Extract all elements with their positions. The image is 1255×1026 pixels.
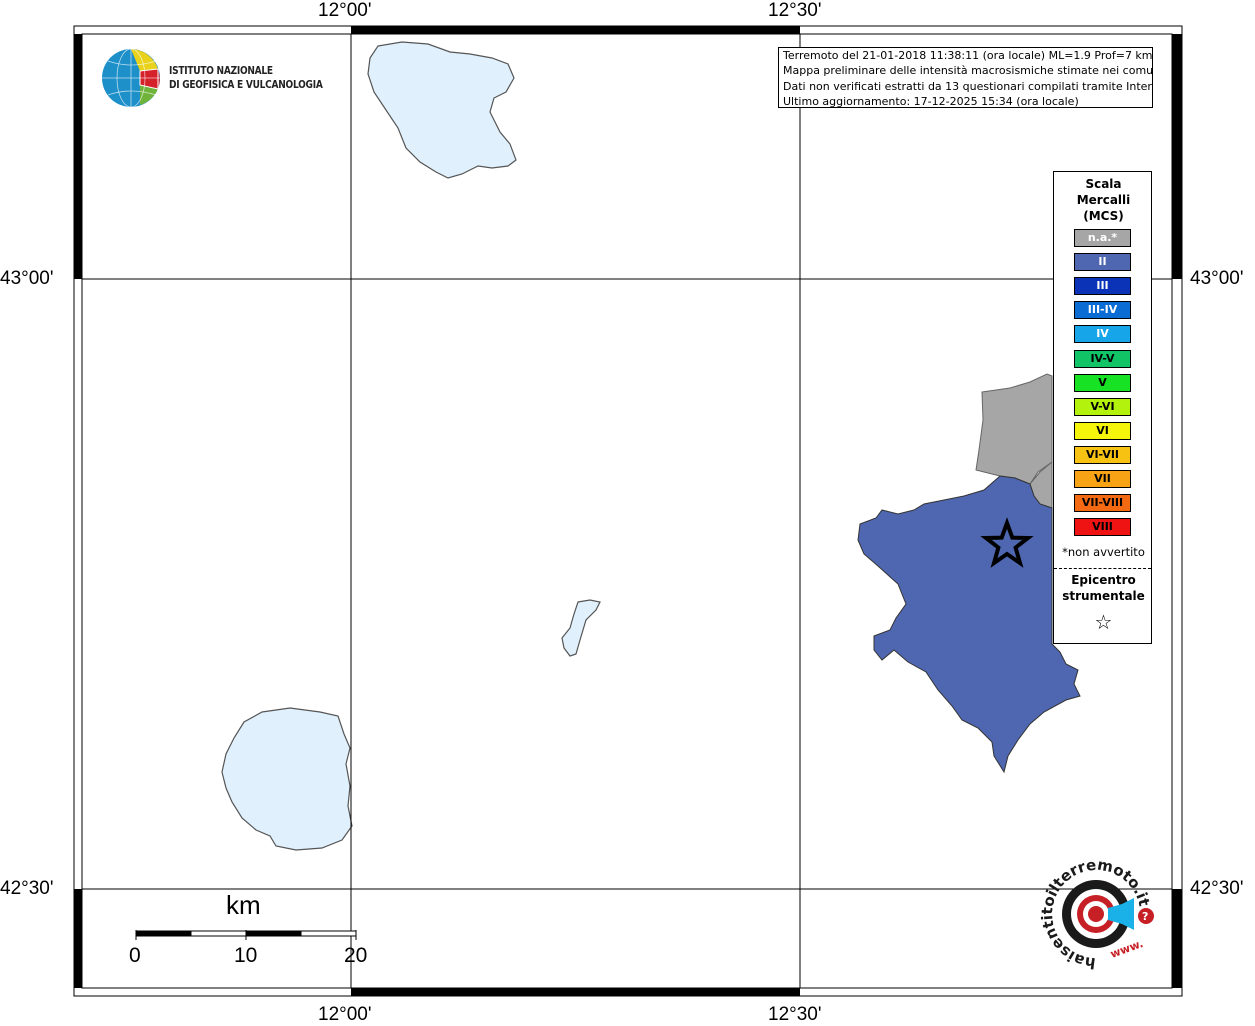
lat-label-right-43-00: 43°00' <box>1190 268 1244 289</box>
ingv-name: ISTITUTO NAZIONALE DI GEOFISICA E VULCAN… <box>169 64 323 92</box>
legend-title-line3: (MCS) <box>1083 209 1124 223</box>
haisentito-logo[interactable]: ? haisentitoilterremoto.it www. <box>1034 856 1158 974</box>
legend-item-9: VI-VII <box>1074 445 1131 464</box>
lat-label-right-42-30: 42°30' <box>1190 878 1244 899</box>
legend-item-1: II <box>1074 253 1131 272</box>
legend-epicenter-line2: strumentale <box>1062 589 1145 603</box>
legend-item-0: n.a.* <box>1074 229 1131 247</box>
legend-not-felt-note: *non avvertito <box>1062 545 1145 559</box>
legend-item-2: III <box>1074 277 1131 296</box>
legend-separator <box>1054 568 1151 569</box>
ingv-name-line1: ISTITUTO NAZIONALE <box>169 65 273 77</box>
legend-item-7: V-VI <box>1074 397 1131 416</box>
legend-item-4: IV <box>1074 325 1131 344</box>
frame-segment-left-bottom <box>74 889 82 988</box>
legend-item-12: VIII <box>1074 518 1131 537</box>
legend-epicenter-line1: Epicentro <box>1071 573 1136 587</box>
frame-segment-right-top <box>1172 34 1182 279</box>
svg-text:?: ? <box>1142 910 1148 923</box>
globe-icon <box>102 48 160 108</box>
mcs-legend: Scala Mercalli (MCS) n.a.* II III III-IV IV I… <box>1053 171 1152 644</box>
frame-segment-right-bottom <box>1172 889 1182 988</box>
scale-label-20: 20 <box>344 944 368 967</box>
lon-label-top-12-30: 12°30' <box>768 0 822 21</box>
scale-label-0: 0 <box>129 944 141 967</box>
legend-item-8: VI <box>1074 421 1131 440</box>
legend-item-6: V <box>1074 373 1131 392</box>
event-info-line1: Terremoto del 21-01-2018 11:38:11 (ora l… <box>783 49 1153 62</box>
legend-item-5: IV-V <box>1074 349 1131 368</box>
frame-segment-left-top <box>74 34 82 279</box>
ingv-name-line2: DI GEOFISICA E VULCANOLOGIA <box>169 79 323 91</box>
frame-segment-bottom <box>351 988 800 996</box>
legend-item-11: VII-VIII <box>1074 494 1131 513</box>
legend-item-3: III-IV <box>1074 301 1131 320</box>
frame-segment-top <box>351 26 800 34</box>
event-info-line2: Mappa preliminare delle intensità macros… <box>783 64 1153 78</box>
legend-title-line1: Scala <box>1085 177 1122 191</box>
lon-label-top-12-00: 12°00' <box>318 0 372 21</box>
legend-item-10: VII <box>1074 470 1131 488</box>
lon-label-bottom-12-30: 12°30' <box>768 1004 822 1025</box>
event-info-line4: Ultimo aggiornamento: 17-12-2025 15:34 (… <box>783 95 1079 108</box>
event-info-box: Terremoto del 21-01-2018 11:38:11 (ora l… <box>778 47 1153 108</box>
event-info-line3: Dati non verificati estratti da 13 quest… <box>783 79 1153 93</box>
star-icon: ☆ <box>1094 610 1113 634</box>
scale-bar-title: km <box>226 890 261 920</box>
lat-label-left-42-30: 42°30' <box>0 878 54 899</box>
lon-label-bottom-12-00: 12°00' <box>318 1004 372 1025</box>
scale-label-10: 10 <box>234 944 258 967</box>
legend-title-line2: Mercalli <box>1076 193 1131 207</box>
lat-label-left-43-00: 43°00' <box>0 268 54 289</box>
